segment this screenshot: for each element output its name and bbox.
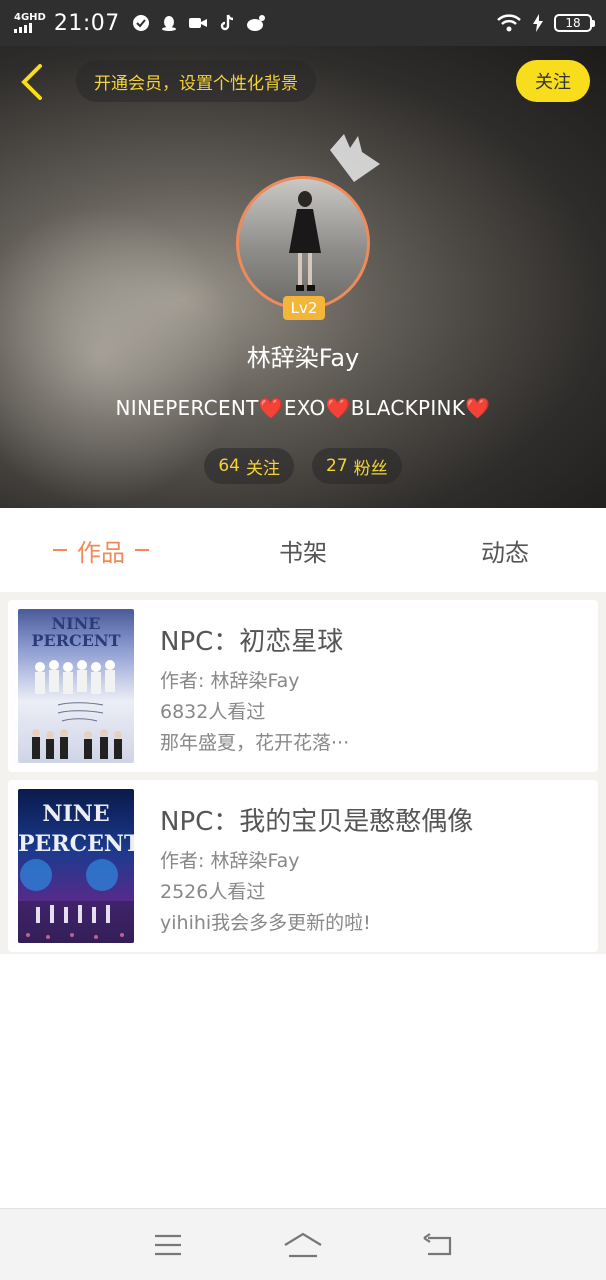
tab-label: 动态 bbox=[481, 538, 529, 567]
tab-bookshelf[interactable]: 书架 bbox=[202, 508, 404, 592]
work-cover: NINE PERCENT bbox=[18, 609, 134, 763]
avatar-container[interactable]: Lv2 bbox=[236, 134, 380, 320]
followers-count: 27 bbox=[326, 456, 348, 476]
weibo-icon bbox=[246, 15, 265, 31]
level-badge: Lv2 bbox=[283, 296, 325, 320]
work-title: NPC：我的宝贝是憨憨偶像 bbox=[160, 807, 474, 837]
video-icon bbox=[188, 18, 207, 28]
work-views: 2526人看过 bbox=[160, 881, 266, 903]
crown-icon bbox=[330, 134, 380, 182]
work-cover: NINE PERCENT bbox=[18, 789, 134, 943]
battery-icon: 18 bbox=[554, 14, 595, 32]
followers-label: 粉丝 bbox=[353, 458, 388, 479]
tab-works[interactable]: 作品 bbox=[0, 508, 202, 592]
work-author: 作者: 林辞染Fay bbox=[160, 670, 300, 692]
user-nickname: 林辞染Fay bbox=[246, 344, 360, 372]
following-count-button[interactable]: 64 关注 bbox=[204, 448, 294, 484]
profile-tabs: 作品 书架 动态 bbox=[0, 508, 606, 592]
tab-activity[interactable]: 动态 bbox=[404, 508, 606, 592]
work-views: 6832人看过 bbox=[160, 701, 266, 723]
avatar-photo bbox=[289, 191, 321, 291]
qq-icon bbox=[161, 16, 176, 31]
works-list: NINE PERCENT NPC：初恋星球 作者: 林辞染Fay 6832人看过… bbox=[0, 592, 606, 954]
work-summary: yihihi我会多多更新的啦! bbox=[160, 912, 371, 934]
following-label: 关注 bbox=[246, 458, 280, 479]
list-item[interactable]: NINE PERCENT NPC：初恋星球 作者: 林辞染Fay 6832人看过… bbox=[8, 600, 598, 772]
level-label: Lv2 bbox=[290, 299, 318, 317]
back-nav-button[interactable] bbox=[416, 1227, 460, 1263]
avatar bbox=[236, 176, 370, 310]
tab-indicator-right bbox=[135, 549, 149, 551]
tiktok-icon bbox=[220, 14, 233, 31]
user-bio: NINEPERCENT❤️EXO❤️BLACKPINK❤️ bbox=[115, 396, 491, 420]
clock: 21:07 bbox=[53, 10, 120, 36]
cellular-signal-icon: 4GHD bbox=[14, 13, 46, 33]
wifi-icon bbox=[497, 14, 521, 32]
profile-header: 开通会员，设置个性化背景 关注 Lv2 林辞染Fay NINEPERCENT❤️… bbox=[0, 46, 606, 508]
battery-level: 18 bbox=[565, 16, 581, 30]
following-count: 64 bbox=[218, 456, 240, 476]
menu-icon bbox=[154, 1234, 181, 1255]
menu-button[interactable] bbox=[146, 1227, 190, 1263]
tab-indicator-left bbox=[53, 549, 67, 551]
home-button[interactable] bbox=[281, 1227, 325, 1263]
follow-label: 关注 bbox=[535, 72, 571, 93]
list-item[interactable]: NINE PERCENT NPC：我的宝贝是憨憨偶像 作者: 林辞染Fay 25… bbox=[8, 780, 598, 952]
work-title: NPC：初恋星球 bbox=[160, 627, 344, 657]
vip-background-prompt[interactable]: 开通会员，设置个性化背景 bbox=[76, 60, 316, 102]
follow-stats: 64 关注 27 粉丝 bbox=[0, 448, 606, 484]
network-type: 4GHD bbox=[14, 12, 46, 23]
cover-group-photo bbox=[32, 660, 122, 759]
followers-count-button[interactable]: 27 粉丝 bbox=[312, 448, 402, 484]
return-icon bbox=[423, 1232, 452, 1255]
system-navigation-bar bbox=[0, 1208, 606, 1280]
work-author: 作者: 林辞染Fay bbox=[160, 850, 300, 872]
back-button[interactable] bbox=[16, 64, 48, 100]
status-bar: 4GHD 21:07 18 bbox=[0, 0, 606, 46]
tab-label: 作品 bbox=[77, 538, 125, 567]
charging-icon bbox=[533, 14, 543, 32]
home-icon bbox=[284, 1232, 322, 1257]
chevron-left-icon bbox=[21, 64, 42, 100]
follow-button[interactable]: 关注 bbox=[516, 60, 590, 102]
clock-check-icon bbox=[132, 15, 149, 31]
vip-prompt-label: 开通会员，设置个性化背景 bbox=[94, 73, 298, 94]
work-summary: 那年盛夏，花开花落··· bbox=[160, 732, 350, 754]
cover-stage-photo bbox=[18, 859, 134, 943]
tab-label: 书架 bbox=[279, 538, 327, 567]
